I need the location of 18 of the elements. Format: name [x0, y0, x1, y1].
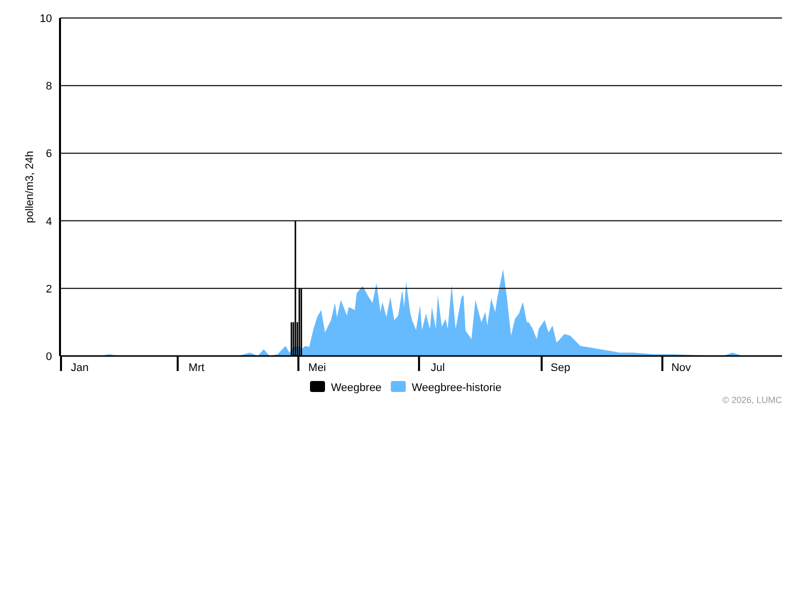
copyright-text: © 2026, LUMC — [722, 395, 782, 405]
y-tick-label: 2 — [46, 283, 52, 296]
x-tick-label: Mei — [308, 362, 326, 374]
x-tick-label: Jan — [70, 362, 89, 374]
y-axis-title: pollen/m3, 24h — [24, 150, 36, 224]
y-tick-label: 8 — [46, 80, 52, 93]
y-tick-label: 0 — [46, 351, 52, 363]
legend-label: Weegbree-historie — [412, 382, 502, 394]
y-tick-label: 4 — [46, 216, 52, 228]
x-tick-label: Sep — [550, 362, 570, 374]
legend-swatch — [310, 381, 325, 392]
y-tick-label: 10 — [40, 13, 52, 25]
x-tick-label: Mrt — [188, 362, 204, 374]
legend-swatch — [390, 381, 406, 392]
y-tick-label: 6 — [46, 148, 52, 160]
x-tick-label: Jul — [430, 362, 445, 374]
x-tick-label: Nov — [671, 362, 691, 374]
legend-label: Weegbree — [331, 382, 382, 394]
